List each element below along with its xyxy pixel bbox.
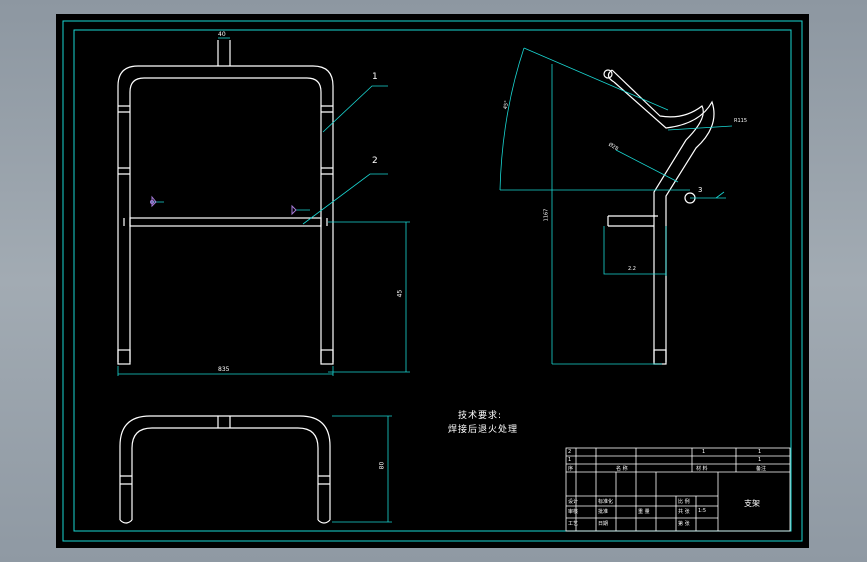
plan-view-dims [332,415,392,523]
plan-view [119,415,331,524]
side-view-dims [499,47,733,365]
drawing-canvas [62,20,803,542]
outer-frame [62,20,803,542]
side-view [603,69,715,365]
front-view-annotations [117,37,410,376]
weld-marks [150,195,297,216]
title-block-grid [565,447,791,532]
cad-viewport[interactable]: 40 45 835 80 1 2 3 45° 1167 R115 Ø28 2.2… [56,14,809,548]
